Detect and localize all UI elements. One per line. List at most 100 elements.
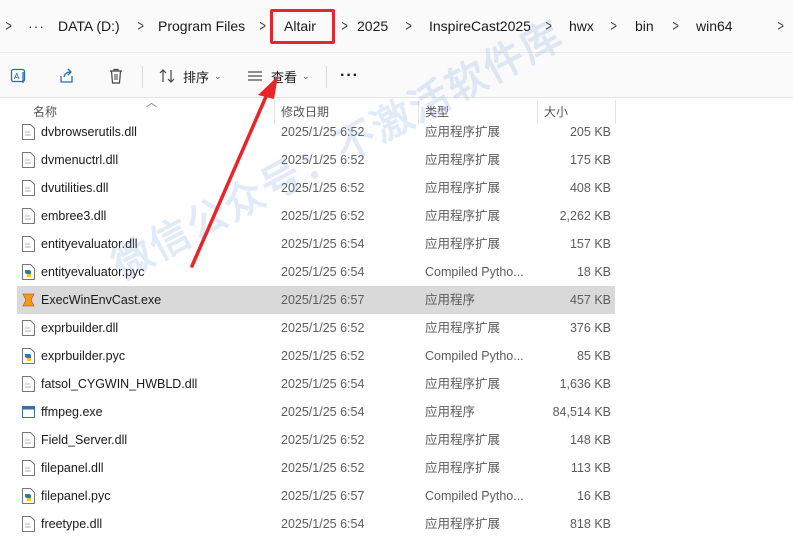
chevron-right-icon[interactable]: > [259, 0, 266, 53]
file-size: 457 KB [569, 293, 611, 307]
file-row[interactable]: exprbuilder.dll 2025/1/25 6:52 应用程序扩展 37… [17, 314, 615, 342]
exe-window-icon [22, 406, 35, 418]
delete-button[interactable] [107, 62, 125, 90]
file-name: filepanel.dll [41, 461, 104, 475]
file-row[interactable]: fatsol_CYGWIN_HWBLD.dll 2025/1/25 6:54 应… [17, 370, 615, 398]
python-file-icon [22, 348, 35, 364]
dll-file-icon [22, 460, 35, 476]
share-button[interactable] [58, 62, 76, 90]
file-size: 157 KB [569, 237, 611, 251]
file-date: 2025/1/25 6:57 [281, 293, 365, 307]
sort-icon [159, 69, 175, 83]
toolbar-divider [326, 66, 327, 88]
file-name: freetype.dll [41, 517, 103, 531]
file-row[interactable]: dvbrowserutils.dll 2025/1/25 6:52 应用程序扩展… [17, 118, 615, 146]
svg-text:A: A [14, 72, 20, 81]
file-name: Field_Server.dll [41, 433, 128, 447]
toolbar-divider [142, 66, 143, 88]
file-name: ExecWinEnvCast.exe [41, 293, 162, 307]
file-date: 2025/1/25 6:52 [281, 153, 365, 167]
dll-file-icon [22, 516, 35, 532]
chevron-right-icon[interactable]: > [777, 0, 784, 53]
file-date: 2025/1/25 6:52 [281, 349, 365, 363]
dll-file-icon [22, 236, 35, 252]
file-row[interactable]: filepanel.dll 2025/1/25 6:52 应用程序扩展 113 … [17, 454, 615, 482]
file-date: 2025/1/25 6:52 [281, 209, 365, 223]
share-icon [60, 68, 73, 83]
file-name: fatsol_CYGWIN_HWBLD.dll [41, 377, 198, 391]
dll-file-icon [22, 432, 35, 448]
file-row[interactable]: dvmenuctrl.dll 2025/1/25 6:52 应用程序扩展 175… [17, 146, 615, 174]
chevron-right-icon[interactable]: > [137, 0, 144, 53]
file-size: 84,514 KB [552, 405, 611, 419]
file-row[interactable]: ffmpeg.exe 2025/1/25 6:54 应用程序 84,514 KB [17, 398, 615, 426]
file-row[interactable]: dvutilities.dll 2025/1/25 6:52 应用程序扩展 40… [17, 174, 615, 202]
file-row[interactable]: entityevaluator.pyc 2025/1/25 6:54 Compi… [17, 258, 615, 286]
file-size: 175 KB [569, 153, 611, 167]
sort-label: 排序 [183, 69, 210, 85]
python-file-icon [22, 488, 35, 504]
file-name: entityevaluator.dll [41, 237, 138, 251]
chevron-right-icon[interactable]: > [341, 0, 348, 53]
rename-button[interactable]: A [10, 62, 28, 90]
file-size: 205 KB [569, 125, 611, 139]
breadcrumb-item-bin[interactable]: bin [635, 0, 654, 53]
dll-file-icon [22, 180, 35, 196]
chevron-down-icon: ⌄ [302, 70, 310, 81]
sort-ascending-icon: ︿ [146, 97, 157, 109]
command-toolbar: A 排序 ⌄ 查看 ⌄ ··· [0, 54, 793, 98]
file-name: dvutilities.dll [41, 181, 109, 195]
dll-file-icon [22, 152, 35, 168]
breadcrumb-item-data-drive[interactable]: DATA (D:) [58, 0, 120, 53]
chevron-right-icon[interactable]: > [610, 0, 617, 53]
breadcrumb-item-2025[interactable]: 2025 [357, 0, 388, 53]
file-date: 2025/1/25 6:52 [281, 433, 365, 447]
file-size: 148 KB [569, 433, 611, 447]
breadcrumb-item-hwx[interactable]: hwx [569, 0, 594, 53]
file-size: 818 KB [569, 517, 611, 531]
file-size: 1,636 KB [559, 377, 611, 391]
view-button[interactable]: 查看 ⌄ [246, 62, 310, 90]
file-row-selected[interactable]: ExecWinEnvCast.exe 2025/1/25 6:57 应用程序 4… [17, 286, 615, 314]
column-divider[interactable] [615, 100, 616, 124]
chevron-right-icon[interactable]: > [672, 0, 679, 53]
breadcrumb-item-program-files[interactable]: Program Files [158, 0, 245, 53]
file-row[interactable]: embree3.dll 2025/1/25 6:52 应用程序扩展 2,262 … [17, 202, 615, 230]
file-date: 2025/1/25 6:54 [281, 377, 365, 391]
file-date: 2025/1/25 6:52 [281, 461, 365, 475]
trash-icon [110, 68, 122, 84]
file-size: 18 KB [576, 265, 611, 279]
file-date: 2025/1/25 6:52 [281, 181, 365, 195]
file-name: exprbuilder.pyc [41, 349, 126, 363]
file-size: 113 KB [570, 461, 611, 475]
breadcrumb-item-inspirecast2025[interactable]: InspireCast2025 [429, 0, 531, 53]
more-options-button[interactable]: ··· [340, 62, 359, 90]
file-row[interactable]: freetype.dll 2025/1/25 6:54 应用程序扩展 818 K… [17, 510, 615, 538]
file-date: 2025/1/25 6:54 [281, 405, 365, 419]
file-name: filepanel.pyc [41, 489, 111, 503]
file-size: 408 KB [569, 181, 611, 195]
file-row[interactable]: filepanel.pyc 2025/1/25 6:57 Compiled Py… [17, 482, 615, 510]
file-size: 2,262 KB [559, 209, 611, 223]
chevron-right-icon[interactable]: > [5, 0, 12, 53]
chevron-down-icon: ⌄ [214, 70, 222, 81]
address-breadcrumb-bar: > ··· DATA (D:) > Program Files > Altair… [0, 0, 793, 53]
file-name: ffmpeg.exe [41, 405, 103, 419]
sort-button[interactable]: 排序 ⌄ [158, 62, 222, 90]
file-row[interactable]: exprbuilder.pyc 2025/1/25 6:52 Compiled … [17, 342, 615, 370]
file-row[interactable]: Field_Server.dll 2025/1/25 6:52 应用程序扩展 1… [17, 426, 615, 454]
file-size: 16 KB [576, 489, 611, 503]
file-date: 2025/1/25 6:57 [281, 489, 365, 503]
file-size: 376 KB [569, 321, 611, 335]
file-row[interactable]: entityevaluator.dll 2025/1/25 6:54 应用程序扩… [17, 230, 615, 258]
file-date: 2025/1/25 6:52 [281, 321, 365, 335]
file-name: embree3.dll [41, 209, 107, 223]
chevron-right-icon[interactable]: > [545, 0, 552, 53]
dll-file-icon [22, 320, 35, 336]
file-name: entityevaluator.pyc [41, 265, 145, 279]
app-exe-icon [22, 293, 35, 307]
breadcrumb-item-win64[interactable]: win64 [696, 0, 733, 53]
chevron-right-icon[interactable]: > [405, 0, 412, 53]
breadcrumb-overflow-button[interactable]: ··· [28, 0, 45, 53]
file-date: 2025/1/25 6:54 [281, 517, 365, 531]
